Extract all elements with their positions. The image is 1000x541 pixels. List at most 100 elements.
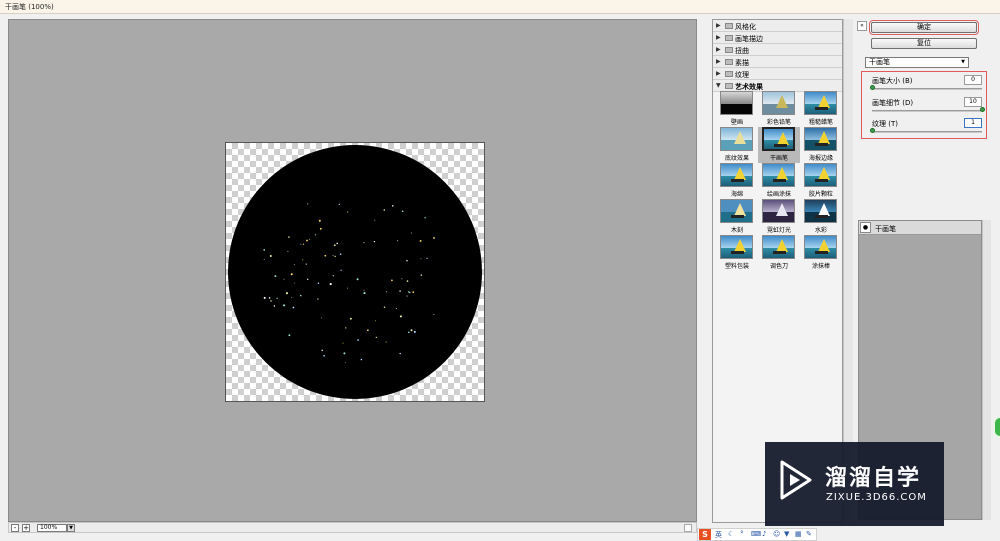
filter-dry-brush[interactable]: 干画笔 [758,127,800,163]
star-speck [290,273,293,276]
star-speck [334,255,336,258]
filter-thumbnail-image [804,163,837,187]
wrench-icon[interactable]: ✎ [806,530,812,538]
brush-detail-field[interactable]: 10 [964,97,982,107]
filter-cutout[interactable]: 木刻 [716,199,758,235]
microphone-icon[interactable]: ♪ [762,530,766,538]
brush-detail-slider[interactable] [980,107,985,112]
star-speck [276,297,278,299]
filter-label: 涂抹棒 [811,263,830,270]
filter-underpainting[interactable]: 底纹效果 [716,127,758,163]
zoom-dropdown-button[interactable]: ▼ [67,524,75,532]
filter-poster-edges[interactable]: 海报边缘 [800,127,842,163]
category-texture[interactable]: ▶ 纹理 [713,68,842,80]
star-speck [406,295,408,297]
preview-canvas[interactable] [225,142,485,402]
category-brush-strokes[interactable]: ▶ 画笔描边 [713,32,842,44]
star-speck [323,354,325,357]
filter-select[interactable]: 干画笔 ▼ [865,57,969,68]
param-brush-size: 画笔大小 (B) 0 [870,75,982,96]
watermark-overlay: 溜溜自学 ZIXUE.3D66.COM [765,442,944,526]
texture-field[interactable]: 1 [964,118,982,128]
zoom-level-field[interactable]: 100% [37,524,67,532]
star-speck [336,242,338,245]
filter-thumbnail-image [804,199,837,223]
star-speck [291,296,293,298]
filter-fresco[interactable]: 壁画 [716,91,758,127]
star-speck [317,298,319,300]
zoom-out-button[interactable]: - [11,524,19,532]
filter-paint-daubs[interactable]: 绘画涂抹 [758,163,800,199]
filter-label: 塑料包装 [724,263,749,270]
apps-icon[interactable]: ▦ [795,530,802,538]
star-speck [293,264,295,266]
expand-arrow-icon: ▶ [716,34,721,41]
eye-icon[interactable]: ● [860,222,871,233]
slider-track[interactable] [872,110,982,112]
filter-sponge[interactable]: 海绵 [716,163,758,199]
texture-slider[interactable] [870,128,875,133]
shirt-icon[interactable]: ▼ [784,530,789,538]
preview-area[interactable] [8,19,697,522]
star-speck [287,250,289,252]
filter-palette-knife[interactable]: 调色刀 [758,235,800,271]
ok-button[interactable]: 确定 [869,20,979,35]
category-label: 风格化 [735,23,756,31]
category-distort[interactable]: ▶ 扭曲 [713,44,842,56]
ime-mode-toggle[interactable]: 英 [715,530,722,540]
star-speck [283,304,286,307]
star-speck [363,292,366,295]
star-speck [399,315,402,318]
star-speck [314,234,317,236]
filter-film-grain[interactable]: 胶片颗粒 [800,163,842,199]
category-sketch[interactable]: ▶ 素描 [713,56,842,68]
filter-thumbnail-image [762,127,795,151]
slider-track[interactable] [872,88,982,90]
star-speck [374,219,376,221]
star-speck [395,308,397,310]
keyboard-icon[interactable]: ⌨ [751,530,761,538]
category-label: 画笔描边 [735,35,763,43]
filter-label: 底纹效果 [724,155,749,162]
user-icon[interactable]: ☺ [773,530,780,538]
category-stylize[interactable]: ▶ 风格化 [713,20,842,32]
star-speck [408,291,411,294]
collapse-gallery-icon[interactable]: « [857,21,867,31]
star-speck [319,227,322,230]
filter-thumbnail-image [720,235,753,259]
star-speck [292,306,295,309]
star-speck [288,236,290,238]
moon-icon[interactable]: ☾ [728,530,734,538]
star-speck [293,282,295,284]
brush-size-field[interactable]: 0 [964,75,982,85]
filter-smudge-stick[interactable]: 涂抹棒 [800,235,842,271]
punctuation-icon[interactable]: ° [740,530,744,538]
floating-widget-icon[interactable] [993,416,1000,438]
filter-colored-pencil[interactable]: 彩色铅笔 [758,91,800,127]
chevron-down-icon: ▼ [961,59,965,65]
star-speck [288,334,291,337]
filter-rough-pastels[interactable]: 粗糙蜡笔 [800,91,842,127]
star-speck [283,278,285,280]
zoom-bar: - + 100% ▼ [8,522,697,533]
star-speck [318,219,321,222]
resize-grip[interactable] [684,524,692,532]
brush-size-slider[interactable] [870,85,875,90]
filter-thumbnail-image [762,199,795,223]
filter-thumbnail-image [804,91,837,115]
star-speck [367,329,369,332]
filter-label: 调色刀 [769,263,788,270]
reset-button[interactable]: 复位 [871,38,977,49]
effect-layer-row[interactable]: ● 干画笔 [859,221,981,235]
open-folder-icon [725,83,733,89]
slider-track[interactable] [872,131,982,133]
layers-scrollbar[interactable] [982,220,991,520]
filter-plastic-wrap[interactable]: 塑料包装 [716,235,758,271]
star-speck [413,330,416,333]
param-texture: 纹理 (T) 1 [870,118,982,139]
filter-thumbnail-image [720,163,753,187]
filter-watercolor[interactable]: 水彩 [800,199,842,235]
sogou-logo-icon[interactable]: S [699,529,711,540]
filter-neon-glow[interactable]: 霓虹灯光 [758,199,800,235]
zoom-in-button[interactable]: + [22,524,30,532]
